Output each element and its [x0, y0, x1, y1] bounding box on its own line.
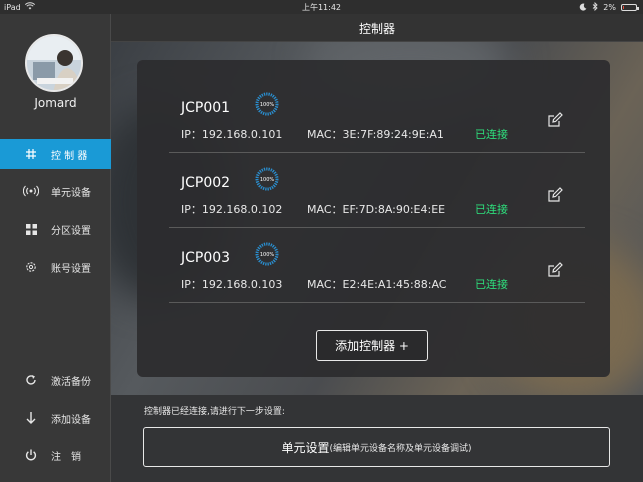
progress-label: 100% [260, 252, 275, 258]
ip-label: IP： [181, 203, 202, 216]
ip-value: 192.168.0.102 [201, 203, 283, 216]
controller-row[interactable]: JCP003 100% IP：192.168.0.103 MAC：E2:4E:A… [169, 228, 585, 303]
ip-label: IP： [181, 278, 202, 291]
clock: 上午11:42 [301, 3, 342, 12]
add-controller-button[interactable]: 添加控制器 + [316, 330, 428, 361]
avatar[interactable] [25, 34, 83, 92]
controller-row[interactable]: JCP001 100% IP：192.168.0.101 MAC：3E:7F:8… [169, 78, 585, 153]
sidebar-item-label: 单元设备 [51, 187, 91, 199]
mac-label: MAC： [307, 203, 343, 216]
action-label: 添加设备 [51, 414, 91, 426]
sidebar-item-zones[interactable]: 分区设置 [0, 214, 111, 244]
battery-icon [621, 4, 639, 11]
mac-label: MAC： [307, 128, 343, 141]
controller-icon [20, 148, 42, 160]
username: Jomard [34, 96, 77, 110]
connection-status: 已连接 [475, 128, 508, 141]
mac-address: MAC：EF:7D:8A:90:E4:EE [307, 201, 445, 217]
bottom-bar: 控制器已经连接,请进行下一步设置: 单元设置 (编辑单元设备名称及单元设备调试) [111, 395, 643, 482]
controller-row[interactable]: JCP002 100% IP：192.168.0.102 MAC：EF:7D:8… [169, 153, 585, 228]
connection-status: 已连接 [475, 278, 508, 291]
gear-icon [20, 261, 42, 273]
action-label: 激活备份 [51, 376, 91, 388]
ip-address: IP：192.168.0.101 [181, 126, 282, 142]
signal-icon [20, 185, 42, 197]
controller-list-card: JCP001 100% IP：192.168.0.101 MAC：3E:7F:8… [137, 60, 610, 377]
sidebar-item-label: 控 制 器 [51, 150, 88, 162]
edit-icon[interactable] [547, 112, 563, 128]
mac-label: MAC： [307, 278, 343, 291]
sidebar-item-account[interactable]: 账号设置 [0, 252, 111, 282]
controller-name: JCP003 [181, 250, 231, 266]
progress-label: 100% [260, 102, 275, 108]
progress-ring-icon: 100% [255, 167, 279, 191]
controller-name: JCP002 [181, 175, 231, 191]
main-panel: JCP001 100% IP：192.168.0.101 MAC：3E:7F:8… [111, 42, 643, 395]
action-label: 注 销 [51, 451, 81, 463]
edit-icon[interactable] [547, 187, 563, 203]
connection-status: 已连接 [475, 203, 508, 216]
ip-label: IP： [181, 128, 202, 141]
ip-address: IP：192.168.0.102 [181, 201, 282, 217]
moon-icon [579, 3, 587, 13]
refresh-icon [20, 374, 42, 386]
ip-value: 192.168.0.103 [201, 278, 283, 291]
add-device-button[interactable]: 添加设备 [0, 403, 111, 433]
sidebar-item-label: 分区设置 [51, 225, 91, 237]
power-icon [20, 449, 42, 461]
status-bar: iPad 上午11:42 2% [0, 0, 643, 14]
ip-value: 192.168.0.101 [201, 128, 283, 141]
setup-button-sublabel: (编辑单元设备名称及单元设备调试) [329, 443, 472, 454]
grid-icon [20, 223, 42, 235]
activate-backup-button[interactable]: 激活备份 [0, 365, 111, 395]
sidebar-item-label: 账号设置 [51, 263, 91, 275]
progress-ring-icon: 100% [255, 242, 279, 266]
sidebar: Jomard 控 制 器 单元设备 分区设置 账号设置 激活备份 添加设备 注 … [0, 14, 111, 482]
setup-hint: 控制器已经连接,请进行下一步设置: [144, 407, 285, 417]
mac-value: E2:4E:A1:45:88:AC [342, 278, 447, 291]
sidebar-item-unit-devices[interactable]: 单元设备 [0, 176, 111, 206]
mac-address: MAC：E2:4E:A1:45:88:AC [307, 276, 446, 292]
sidebar-item-controller[interactable]: 控 制 器 [0, 139, 111, 169]
setup-button-label: 单元设置 [281, 440, 330, 455]
arrow-down-icon [20, 412, 42, 424]
bluetooth-icon [592, 1, 598, 13]
ip-address: IP：192.168.0.103 [181, 276, 282, 292]
mac-address: MAC：3E:7F:89:24:9E:A1 [307, 126, 444, 142]
unit-setup-button[interactable]: 单元设置 (编辑单元设备名称及单元设备调试) [143, 427, 610, 467]
mac-value: EF:7D:8A:90:E4:EE [342, 203, 446, 216]
progress-label: 100% [260, 177, 275, 183]
controller-name: JCP001 [181, 100, 231, 116]
mac-value: 3E:7F:89:24:9E:A1 [342, 128, 444, 141]
progress-ring-icon: 100% [255, 92, 279, 116]
edit-icon[interactable] [547, 262, 563, 278]
page-title: 控制器 [358, 22, 395, 36]
logout-button[interactable]: 注 销 [0, 440, 111, 470]
header: 控制器 [111, 14, 643, 42]
battery-percent: 2% [603, 3, 616, 12]
